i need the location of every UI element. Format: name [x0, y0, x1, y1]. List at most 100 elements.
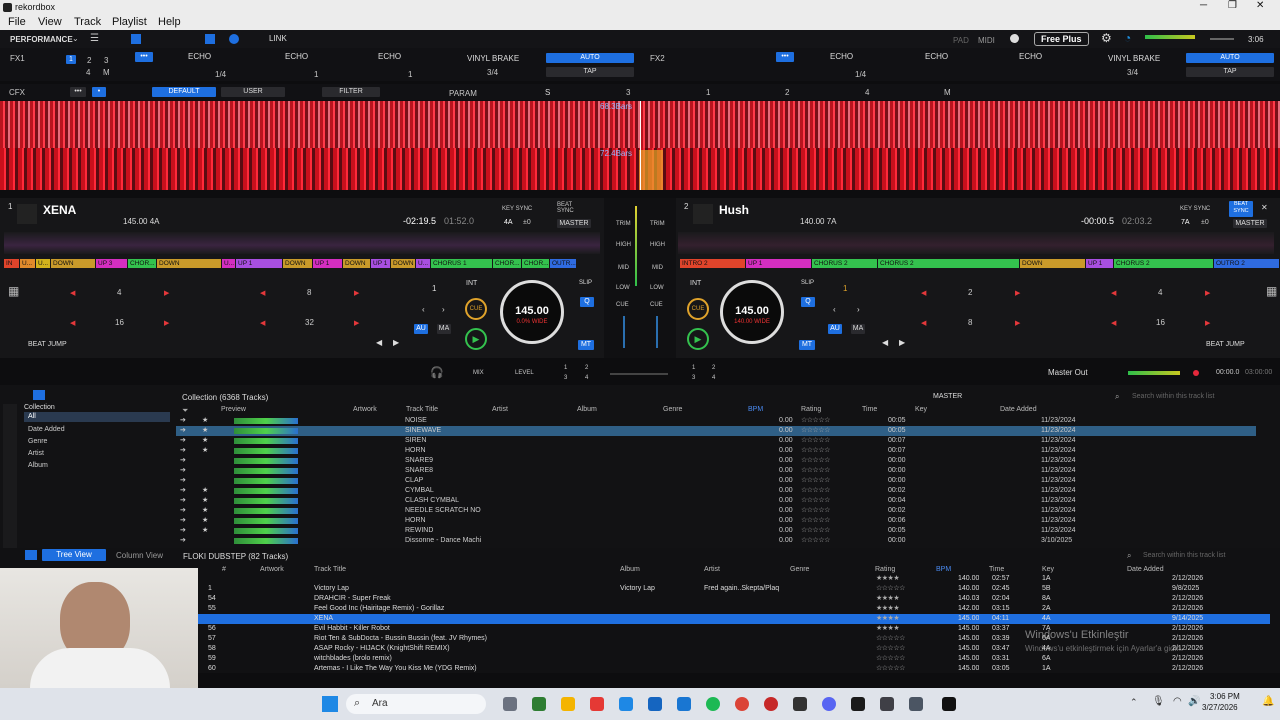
load-arrow-icon[interactable]: ➔ [180, 506, 186, 516]
deck2-pad-arrow[interactable]: ◀ [1111, 319, 1116, 327]
load-arrow-icon[interactable]: ➔ [180, 536, 186, 546]
master-select[interactable]: MASTER [933, 393, 962, 400]
col-key[interactable]: Key [915, 406, 927, 413]
spotify-icon[interactable] [706, 697, 720, 711]
pl-col-bpm[interactable]: BPM [936, 566, 951, 573]
deck1-q-button[interactable]: Q [580, 297, 594, 307]
menu-playlist[interactable]: Playlist [112, 16, 147, 28]
info-icon[interactable] [1010, 34, 1019, 43]
fx1-ch3[interactable]: 3 [104, 56, 108, 65]
star-icon[interactable]: ★ [202, 426, 208, 436]
playlist-row[interactable]: 54 DRAHCIR - Super Freak ★★★★ 140.03 02:04 8A… [196, 594, 1270, 604]
fx2-slot1[interactable]: ECHO [830, 52, 853, 61]
col-album[interactable]: Album [577, 406, 597, 413]
free-plus-button[interactable]: Free Plus [1034, 32, 1089, 46]
deck1-cue-marker[interactable]: CHOR... [522, 259, 549, 268]
pl-col-genre[interactable]: Genre [790, 566, 809, 573]
deck1-overview-waveform[interactable] [4, 232, 600, 254]
fx1-vinyl-brake[interactable]: VINYL BRAKE [467, 54, 519, 63]
rating-stars-cell[interactable]: ★★★★ [876, 574, 899, 584]
deck1-pad-arrow[interactable]: ◀ [70, 319, 75, 327]
deck2-cue-marker[interactable]: INTRO 2 [680, 259, 745, 268]
deck2-cue-button[interactable]: CUE [687, 298, 709, 320]
mode-select[interactable]: PERFORMANCE [10, 35, 73, 44]
deck2-jump-val2[interactable]: 4 [1158, 288, 1162, 297]
playlist-row[interactable]: ★★★★ 140.00 02:57 1A 2/12/2026 [196, 574, 1270, 584]
preview-waveform[interactable] [234, 418, 298, 424]
tree-album[interactable]: Album [28, 462, 48, 469]
star-icon[interactable]: ★ [202, 526, 208, 536]
deck1-cue-marker[interactable]: DOWN [157, 259, 221, 268]
deck1-loop-prev[interactable]: ‹ [422, 305, 425, 314]
deck1-ma-button[interactable]: MA [437, 324, 451, 334]
menu-file[interactable]: File [8, 16, 26, 28]
fx2-beat[interactable]: 1/4 [855, 70, 866, 79]
deck1-key-offset[interactable]: ±0 [523, 219, 531, 226]
playlist-row[interactable]: 60 Artemas - I Like The Way You Kiss Me (… [196, 664, 1270, 674]
deck2-pad-arrow[interactable]: ▶ [1205, 289, 1210, 297]
link-button[interactable]: LINK [269, 34, 287, 43]
tree-date-added[interactable]: Date Added [28, 426, 65, 433]
deck1-mt-button[interactable]: MT [578, 340, 594, 350]
chrome-icon[interactable] [735, 697, 749, 711]
deck1-cue-marker[interactable]: U... [416, 259, 430, 268]
load-arrow-icon[interactable]: ➔ [180, 416, 186, 426]
table-row[interactable]: ➔ ★ SINEWAVE 0.00 00:05 11/23/2024 ☆☆☆☆☆ [176, 426, 1256, 436]
fx2-auto-button[interactable]: AUTO [1186, 53, 1274, 63]
app-icon-1[interactable] [532, 697, 546, 711]
playlist-search-icon[interactable]: ⌕ [1127, 551, 1131, 561]
fx1-ch4[interactable]: 4 [86, 68, 90, 77]
file-explorer-icon[interactable] [561, 697, 575, 711]
deck1-beat-jump[interactable]: BEAT JUMP [28, 341, 67, 348]
notification-icon[interactable]: 🔔 [1262, 696, 1274, 707]
rating-stars-cell[interactable]: ☆☆☆☆☆ [876, 584, 905, 594]
fx1-slot3[interactable]: ECHO [378, 52, 401, 61]
fx2-tap-button[interactable]: TAP [1186, 67, 1274, 77]
app-icon-4[interactable] [677, 697, 691, 711]
star-icon[interactable]: ★ [202, 506, 208, 516]
deck2-pad-arrow[interactable]: ◀ [921, 289, 926, 297]
opera-icon[interactable] [764, 697, 778, 711]
layout-icon[interactable] [131, 34, 141, 44]
deck2-next-track[interactable]: ▶ [899, 338, 905, 347]
tree-artist[interactable]: Artist [28, 450, 44, 457]
cfx-default-button[interactable]: DEFAULT [152, 87, 216, 97]
table-row[interactable]: ➔ SNARE8 0.00 00:00 11/23/2024 ☆☆☆☆☆ [176, 466, 1256, 476]
deck2-cue-marker[interactable]: CHORUS 2 [812, 259, 877, 268]
pl-col-track-title[interactable]: Track Title [314, 566, 346, 573]
deck1-jump-val4[interactable]: 32 [305, 318, 314, 327]
fx2-vinyl-brake[interactable]: VINYL BRAKE [1108, 54, 1160, 63]
table-row[interactable]: ➔ ★ NOISE 0.00 00:05 11/23/2024 ☆☆☆☆☆ [176, 416, 1256, 426]
rating-stars-cell[interactable]: ★★★★ [876, 614, 899, 624]
rekordbox-taskbar-icon[interactable] [942, 697, 956, 711]
rating-stars[interactable]: ☆☆☆☆☆ [801, 416, 830, 426]
deck1-cue-marker[interactable]: U... [20, 259, 35, 268]
deck2-beat-sync[interactable]: BEAT SYNC [1229, 201, 1253, 217]
rating-stars-cell[interactable]: ☆☆☆☆☆ [876, 644, 905, 654]
star-icon[interactable]: ★ [202, 446, 208, 456]
table-row[interactable]: ➔ ★ HORN 0.00 00:07 11/23/2024 ☆☆☆☆☆ [176, 446, 1256, 456]
fx2-more-button[interactable]: ••• [776, 52, 794, 62]
headphones-icon[interactable]: 🎧 [430, 366, 444, 379]
discord-icon[interactable] [822, 697, 836, 711]
deck2-cue-marker[interactable]: OUTRO 2 [1214, 259, 1279, 268]
deck2-loop-length[interactable]: 1 [843, 284, 847, 293]
fx1-ch1-button[interactable]: 1 [66, 55, 76, 64]
midi-label[interactable]: MIDI [978, 36, 995, 45]
col-rating[interactable]: Rating [801, 406, 821, 413]
app-icon-6[interactable] [880, 697, 894, 711]
fx2-slot2[interactable]: ECHO [925, 52, 948, 61]
pl-col-album[interactable]: Album [620, 566, 640, 573]
vscode-icon[interactable] [648, 697, 662, 711]
col-artwork[interactable]: Artwork [353, 406, 377, 413]
minimize-icon[interactable]: ─ [1200, 0, 1207, 11]
table-row[interactable]: ➔ ★ NEEDLE SCRATCH NO 0.00 00:02 11/23/2024 ☆☆… [176, 506, 1256, 516]
deck1-cue-marker[interactable]: IN [4, 259, 19, 268]
pl-col-artist[interactable]: Artist [704, 566, 720, 573]
master-out-select[interactable]: Master Out [1048, 368, 1088, 377]
preview-waveform[interactable] [234, 458, 298, 464]
rating-stars[interactable]: ☆☆☆☆☆ [801, 446, 830, 456]
playlist-row[interactable]: 55 Feel Good Inc (Hairitage Remix) - Gori… [196, 604, 1270, 614]
preview-waveform[interactable] [234, 518, 298, 524]
cfx-user-button[interactable]: USER [221, 87, 285, 97]
